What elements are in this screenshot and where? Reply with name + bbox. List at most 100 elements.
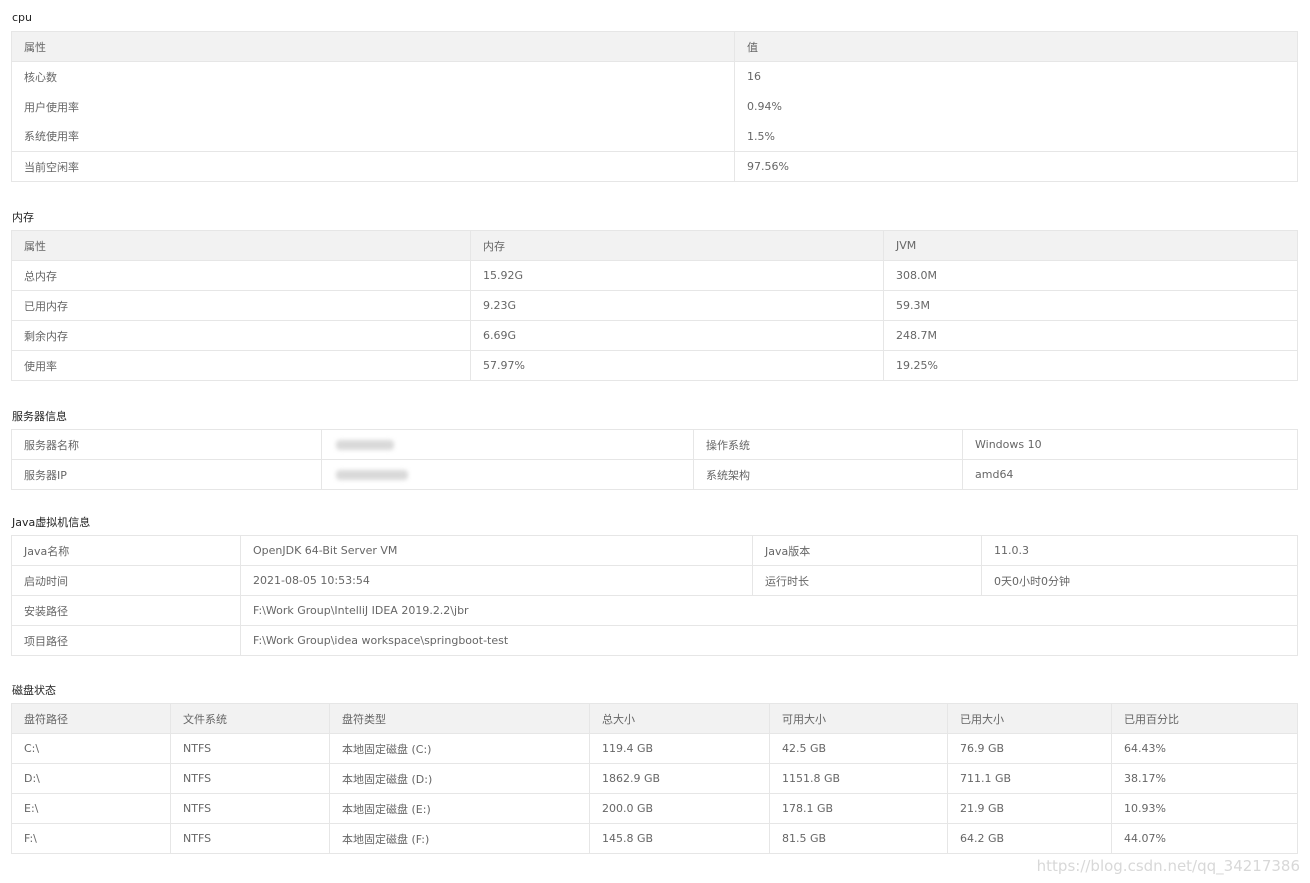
- table-cell: 200.0 GB: [589, 793, 770, 824]
- table-cell: 145.8 GB: [589, 823, 770, 854]
- table-cell: 本地固定磁盘 (D:): [329, 763, 590, 794]
- server-section-title: 服务器信息: [12, 410, 67, 423]
- table-header-row: 属性 内存 JVM: [11, 230, 1298, 261]
- table-cell: 6.69G: [470, 320, 884, 351]
- table-cell: 操作系统: [693, 429, 963, 460]
- table-cell: NTFS: [170, 793, 330, 824]
- table-cell: 308.0M: [883, 260, 1298, 291]
- table-cell: 系统使用率: [11, 121, 735, 152]
- server-table: 服务器名称 操作系统 Windows 10 服务器IP 系统架构 amd64: [11, 429, 1298, 490]
- table-cell: E:\: [11, 793, 171, 824]
- table-cell: 15.92G: [470, 260, 884, 291]
- column-header: 可用大小: [769, 703, 948, 734]
- table-cell: D:\: [11, 763, 171, 794]
- table-cell: 1.5%: [734, 121, 1298, 152]
- disk-section-title: 磁盘状态: [12, 684, 56, 697]
- table-row: F:\ NTFS 本地固定磁盘 (F:) 145.8 GB 81.5 GB 64…: [11, 823, 1298, 854]
- table-cell: NTFS: [170, 733, 330, 764]
- column-header: JVM: [883, 230, 1298, 261]
- table-cell: 服务器名称: [11, 429, 322, 460]
- table-cell: 38.17%: [1111, 763, 1298, 794]
- table-cell: 9.23G: [470, 290, 884, 321]
- table-cell: 59.3M: [883, 290, 1298, 321]
- table-row: Java名称 OpenJDK 64-Bit Server VM Java版本 1…: [11, 535, 1298, 566]
- table-cell: 178.1 GB: [769, 793, 948, 824]
- table-cell: Java版本: [752, 535, 982, 566]
- table-cell: 1151.8 GB: [769, 763, 948, 794]
- table-cell: 19.25%: [883, 350, 1298, 381]
- table-cell: F:\Work Group\idea workspace\springboot-…: [240, 625, 1298, 656]
- table-cell: 21.9 GB: [947, 793, 1112, 824]
- table-row: 使用率 57.97% 19.25%: [11, 350, 1298, 381]
- table-row: 启动时间 2021-08-05 10:53:54 运行时长 0天0小时0分钟: [11, 565, 1298, 596]
- table-cell: 2021-08-05 10:53:54: [240, 565, 753, 596]
- table-cell: 当前空闲率: [11, 151, 735, 182]
- jvm-table: Java名称 OpenJDK 64-Bit Server VM Java版本 1…: [11, 535, 1298, 656]
- table-row: 当前空闲率 97.56%: [11, 151, 1298, 182]
- table-cell: 本地固定磁盘 (E:): [329, 793, 590, 824]
- server-ip-value: [321, 459, 694, 490]
- table-cell: 启动时间: [11, 565, 241, 596]
- table-cell: 总内存: [11, 260, 471, 291]
- table-cell: 使用率: [11, 350, 471, 381]
- table-cell: 81.5 GB: [769, 823, 948, 854]
- disk-table: 盘符路径 文件系统 盘符类型 总大小 可用大小 已用大小 已用百分比 C:\ N…: [11, 703, 1298, 854]
- cpu-table: 属性 值 核心数 16 用户使用率 0.94% 系统使用率 1.5% 当前空闲率…: [11, 31, 1298, 182]
- jvm-section-title: Java虚拟机信息: [12, 516, 91, 529]
- server-name-value: [321, 429, 694, 460]
- table-row: 项目路径 F:\Work Group\idea workspace\spring…: [11, 625, 1298, 656]
- table-row: 系统使用率 1.5%: [11, 121, 1298, 152]
- table-cell: 16: [734, 61, 1298, 92]
- table-cell: NTFS: [170, 763, 330, 794]
- table-row: 安装路径 F:\Work Group\IntelliJ IDEA 2019.2.…: [11, 595, 1298, 626]
- table-cell: 64.2 GB: [947, 823, 1112, 854]
- table-cell: F:\Work Group\IntelliJ IDEA 2019.2.2\jbr: [240, 595, 1298, 626]
- table-row: 总内存 15.92G 308.0M: [11, 260, 1298, 291]
- table-header-row: 属性 值: [11, 31, 1298, 62]
- column-header: 值: [734, 31, 1298, 62]
- table-cell: 本地固定磁盘 (C:): [329, 733, 590, 764]
- table-cell: 57.97%: [470, 350, 884, 381]
- table-cell: 本地固定磁盘 (F:): [329, 823, 590, 854]
- table-cell: C:\: [11, 733, 171, 764]
- cpu-section-title: cpu: [12, 11, 33, 24]
- memory-section-title: 内存: [12, 211, 34, 224]
- table-cell: 119.4 GB: [589, 733, 770, 764]
- column-header: 总大小: [589, 703, 770, 734]
- table-cell: 10.93%: [1111, 793, 1298, 824]
- table-row: 剩余内存 6.69G 248.7M: [11, 320, 1298, 351]
- table-row: 用户使用率 0.94%: [11, 91, 1298, 122]
- table-cell: 系统架构: [693, 459, 963, 490]
- table-row: D:\ NTFS 本地固定磁盘 (D:) 1862.9 GB 1151.8 GB…: [11, 763, 1298, 794]
- table-cell: 76.9 GB: [947, 733, 1112, 764]
- table-header-row: 盘符路径 文件系统 盘符类型 总大小 可用大小 已用大小 已用百分比: [11, 703, 1298, 734]
- table-cell: OpenJDK 64-Bit Server VM: [240, 535, 753, 566]
- table-cell: 711.1 GB: [947, 763, 1112, 794]
- table-cell: 核心数: [11, 61, 735, 92]
- table-cell: 1862.9 GB: [589, 763, 770, 794]
- column-header: 盘符类型: [329, 703, 590, 734]
- table-cell: 42.5 GB: [769, 733, 948, 764]
- table-cell: Windows 10: [962, 429, 1298, 460]
- table-row: E:\ NTFS 本地固定磁盘 (E:) 200.0 GB 178.1 GB 2…: [11, 793, 1298, 824]
- table-row: 服务器IP 系统架构 amd64: [11, 459, 1298, 490]
- table-cell: 64.43%: [1111, 733, 1298, 764]
- watermark: https://blog.csdn.net/qq_34217386: [1036, 857, 1300, 875]
- table-cell: 0天0小时0分钟: [981, 565, 1298, 596]
- table-row: 已用内存 9.23G 59.3M: [11, 290, 1298, 321]
- column-header: 文件系统: [170, 703, 330, 734]
- table-cell: 44.07%: [1111, 823, 1298, 854]
- table-cell: F:\: [11, 823, 171, 854]
- table-cell: 0.94%: [734, 91, 1298, 122]
- column-header: 已用大小: [947, 703, 1112, 734]
- table-cell: 剩余内存: [11, 320, 471, 351]
- table-cell: 项目路径: [11, 625, 241, 656]
- table-cell: Java名称: [11, 535, 241, 566]
- column-header: 盘符路径: [11, 703, 171, 734]
- table-cell: 用户使用率: [11, 91, 735, 122]
- table-cell: 安装路径: [11, 595, 241, 626]
- table-cell: 已用内存: [11, 290, 471, 321]
- table-row: 服务器名称 操作系统 Windows 10: [11, 429, 1298, 460]
- column-header: 已用百分比: [1111, 703, 1298, 734]
- column-header: 属性: [11, 230, 471, 261]
